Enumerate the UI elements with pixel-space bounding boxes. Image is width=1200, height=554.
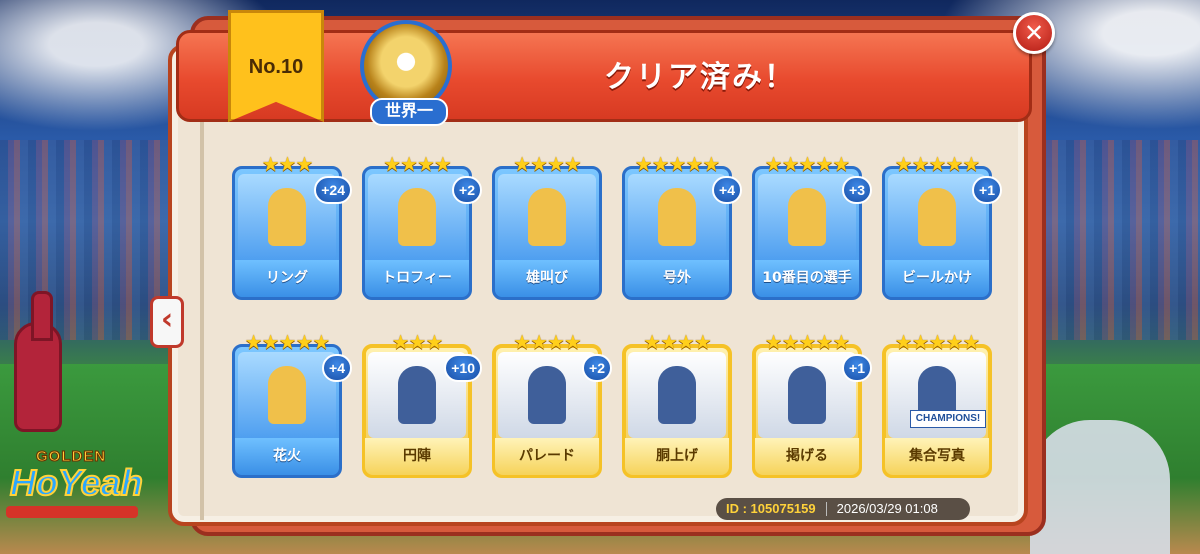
- collection-card[interactable]: リング ★★★ +24: [232, 152, 352, 300]
- game-logo: GOLDEN HoYeah: [6, 448, 144, 522]
- card-label: 胴上げ: [625, 438, 729, 475]
- card-label: 号外: [625, 260, 729, 297]
- star-rating: ★★★★: [513, 330, 582, 354]
- count-badge: +4: [322, 354, 352, 382]
- card-label: 集合写真: [885, 438, 989, 475]
- star-rating: ★★★★: [513, 152, 582, 176]
- count-badge: +2: [452, 176, 482, 204]
- star-rating: ★★★★★: [634, 152, 721, 176]
- card-label: 花火: [235, 438, 339, 475]
- count-badge: +4: [712, 176, 742, 204]
- collection-card[interactable]: CHAMPIONS! 集合写真 ★★★★★: [882, 330, 992, 478]
- card-art-shape: [788, 366, 826, 424]
- footer-info-bar: ID : 105075159 2026/03/29 01:08: [716, 498, 970, 520]
- card-art-shape: [788, 188, 826, 246]
- star-rating: ★★★★★: [894, 152, 981, 176]
- star-rating: ★★★★★: [764, 330, 851, 354]
- card-art-shape: [268, 188, 306, 246]
- collection-card[interactable]: パレード ★★★★ +2: [492, 330, 612, 478]
- collection-card[interactable]: 号外 ★★★★★ +4: [622, 152, 742, 300]
- count-badge: +1: [842, 354, 872, 382]
- card-art-shape: [658, 366, 696, 424]
- collection-card[interactable]: 胴上げ ★★★★: [622, 330, 732, 478]
- champions-banner: CHAMPIONS!: [910, 410, 986, 428]
- collection-card[interactable]: 雄叫び ★★★★: [492, 152, 602, 300]
- star-rating: ★★★: [391, 330, 444, 354]
- card-art-shape: [918, 188, 956, 246]
- logo-tag-shape: [6, 506, 138, 518]
- logo-main-text: HoYeah: [9, 461, 144, 504]
- card-label: パレード: [495, 438, 599, 475]
- star-rating: ★★★★★: [764, 152, 851, 176]
- footer-divider: [825, 502, 827, 516]
- collection-card[interactable]: ビールかけ ★★★★★ +1: [882, 152, 1002, 300]
- card-label: 雄叫び: [495, 260, 599, 297]
- count-badge: +1: [972, 176, 1002, 204]
- count-badge: +24: [314, 176, 352, 204]
- book-spine-line: [200, 120, 204, 520]
- medal-label: 世界一: [370, 98, 448, 126]
- star-rating: ★★★★: [383, 152, 452, 176]
- star-rating: ★★★: [261, 152, 314, 176]
- toss-icon: [628, 352, 726, 438]
- count-badge: +10: [444, 354, 482, 382]
- card-label: ビールかけ: [885, 260, 989, 297]
- player-icon: [498, 174, 596, 260]
- team-photo-icon: CHAMPIONS!: [888, 352, 986, 438]
- card-label: 10番目の選手: [755, 260, 859, 297]
- collection-card[interactable]: トロフィー ★★★★ +2: [362, 152, 482, 300]
- player-id: ID : 105075159: [726, 501, 816, 516]
- count-badge: +3: [842, 176, 872, 204]
- star-rating: ★★★★★: [894, 330, 981, 354]
- cheering-player-silhouette: [1030, 420, 1170, 554]
- star-rating: ★★★★: [643, 330, 712, 354]
- close-button[interactable]: ✕: [1013, 12, 1055, 54]
- card-art-shape: [398, 366, 436, 424]
- card-art-shape: [528, 188, 566, 246]
- collection-card[interactable]: 掲げる ★★★★★ +1: [752, 330, 872, 478]
- count-badge: +2: [582, 354, 612, 382]
- level-ribbon-label: No.10: [248, 56, 304, 78]
- foam-finger-icon: [14, 291, 62, 432]
- star-rating: ★★★★★: [244, 330, 331, 354]
- card-label: トロフィー: [365, 260, 469, 297]
- card-label: リング: [235, 260, 339, 297]
- collection-card[interactable]: 円陣 ★★★ +10: [362, 330, 482, 478]
- card-label: 円陣: [365, 438, 469, 475]
- collection-card[interactable]: 10番目の選手 ★★★★★ +3: [752, 152, 872, 300]
- previous-page-button[interactable]: ‹: [150, 296, 184, 348]
- card-art-shape: [268, 366, 306, 424]
- card-label: 掲げる: [755, 438, 859, 475]
- card-art-shape: [528, 366, 566, 424]
- page-title: クリア済み！: [604, 61, 796, 94]
- collection-card[interactable]: 花火 ★★★★★ +4: [232, 330, 352, 478]
- card-art-shape: [398, 188, 436, 246]
- timestamp: 2026/03/29 01:08: [836, 501, 938, 516]
- card-art-shape: [658, 188, 696, 246]
